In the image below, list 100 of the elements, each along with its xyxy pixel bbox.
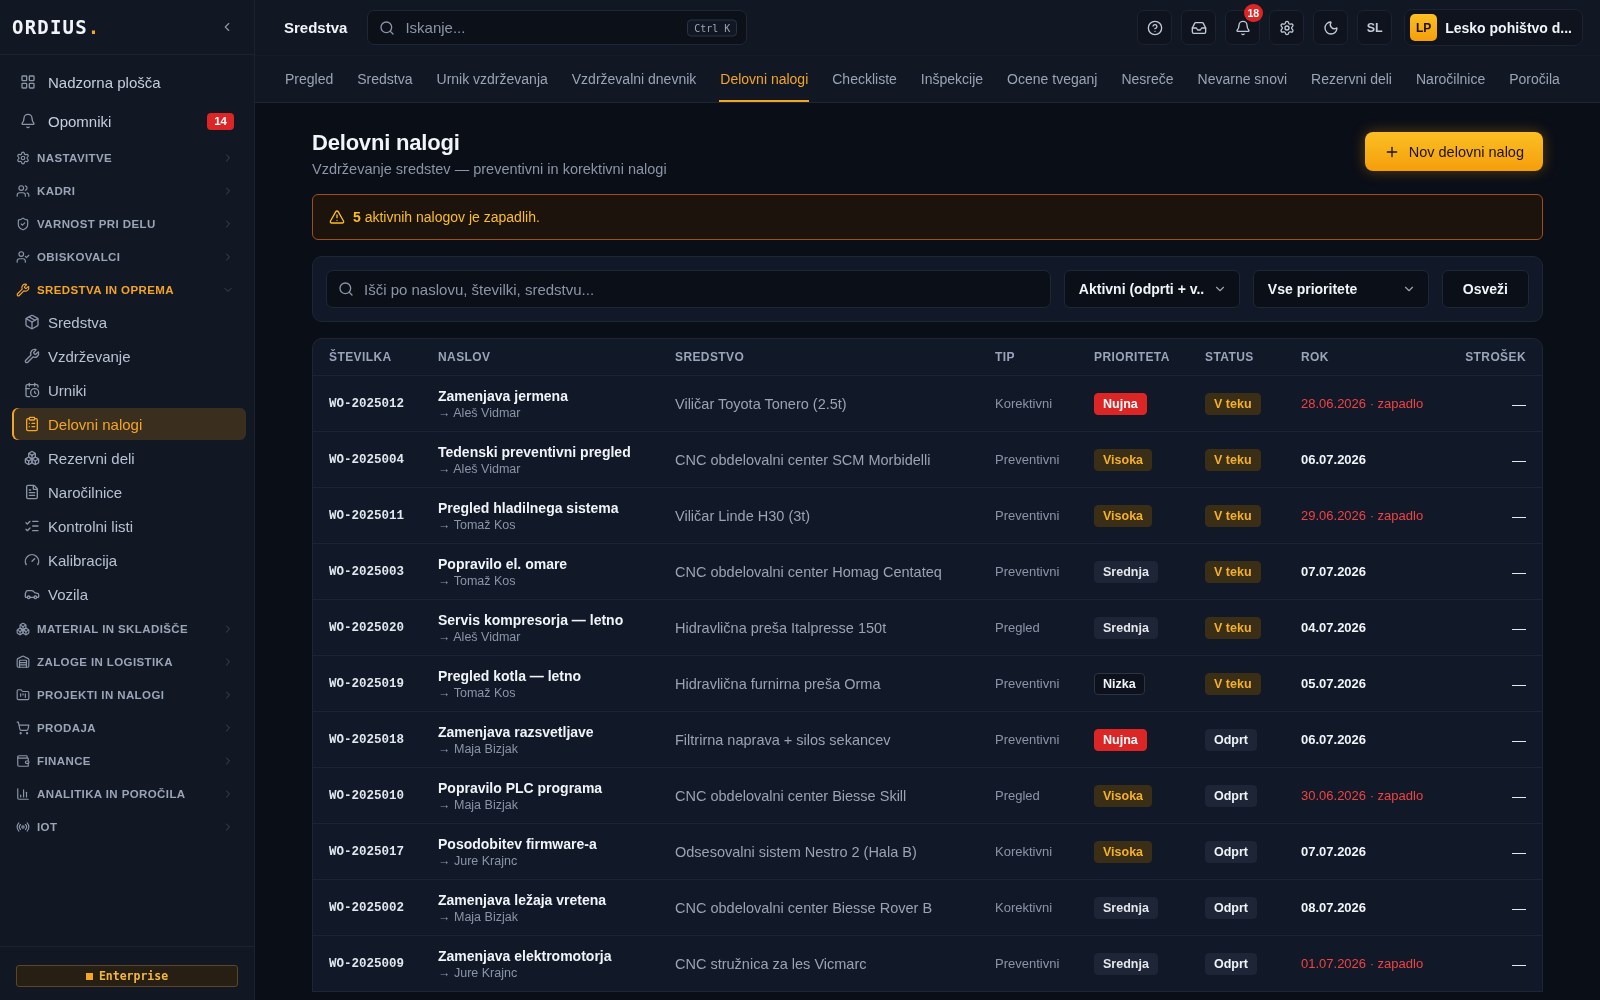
nav-group[interactable]: SREDSTVA IN OPREMA xyxy=(12,273,246,306)
nav-group[interactable]: OBISKOVALCI xyxy=(12,240,246,273)
order-type: Korektivni xyxy=(995,396,1053,411)
nav-item[interactable]: Vozila xyxy=(12,578,246,610)
due-date: 06.07.2026 xyxy=(1301,732,1367,747)
column-header: NASLOV xyxy=(438,350,491,364)
tab[interactable]: Sredstva xyxy=(356,56,414,102)
order-type: Preventivni xyxy=(995,676,1060,691)
cost-text: — xyxy=(1512,563,1526,580)
tab[interactable]: Poročila xyxy=(1508,56,1561,102)
priority-badge: Srednja xyxy=(1094,560,1158,583)
order-type: Preventivni xyxy=(995,564,1060,579)
nav-item[interactable]: Delovni nalogi xyxy=(12,408,246,440)
nav-group[interactable]: MATERIAL IN SKLADIŠČE xyxy=(12,612,246,645)
nav-item[interactable]: Sredstva xyxy=(12,306,246,338)
order-title: Servis kompresorja — letno xyxy=(438,610,624,629)
assignee-text: → Maja Bizjak xyxy=(438,740,518,757)
nav-group[interactable]: FINANCE xyxy=(12,744,246,777)
order-title: Zamenjava jermena xyxy=(438,386,568,405)
cost-text: — xyxy=(1512,787,1526,804)
order-title: Popravilo el. omare xyxy=(438,554,568,573)
column-header: SREDSTVO xyxy=(675,350,745,364)
package-icon xyxy=(24,314,40,330)
asset-name: Hidravlična preša Italpresse 150t xyxy=(675,619,887,636)
nav-item[interactable]: Kontrolni listi xyxy=(12,510,246,542)
order-type: Preventivni xyxy=(995,452,1060,467)
count-badge: 14 xyxy=(207,112,234,130)
assignee-text: → Jure Krajnc xyxy=(438,964,518,981)
nav-group[interactable]: PROJEKTI IN NALOGI xyxy=(12,678,246,711)
nav-group[interactable]: ANALITIKA IN POROČILA xyxy=(12,777,246,810)
clipboard-icon xyxy=(24,416,40,432)
due-date: 07.07.2026 xyxy=(1301,844,1367,859)
asset-name: Viličar Toyota Tonero (2.5t) xyxy=(675,395,847,412)
users-icon xyxy=(16,183,30,198)
order-number: WO-2025011 xyxy=(329,508,404,523)
search-field[interactable]: Išči po naslovu, številki, sredstvu... xyxy=(326,270,1051,308)
tab[interactable]: Delovni nalogi xyxy=(719,56,810,102)
asset-name: CNC stružnica za les Vicmarc xyxy=(675,955,867,972)
tab[interactable]: Urnik vzdrževanja xyxy=(435,56,549,102)
order-type: Preventivni xyxy=(995,956,1060,971)
theme-button[interactable] xyxy=(1313,10,1349,45)
nav-group[interactable]: KADRI xyxy=(12,174,246,207)
asset-name: CNC obdelovalni center SCM Morbidelli xyxy=(675,451,931,468)
user-check-icon xyxy=(16,249,30,264)
due-date: 07.07.2026 xyxy=(1301,564,1367,579)
new-order-button[interactable]: Nov delovni nalog xyxy=(1364,132,1543,171)
priority-badge: Nujna xyxy=(1094,392,1147,415)
column-header: TIP xyxy=(995,350,1015,364)
tab[interactable]: Vzdrževalni dnevnik xyxy=(570,56,698,102)
nav-item[interactable]: Urniki xyxy=(12,374,246,406)
nav-item[interactable]: Naročilnice xyxy=(12,476,246,508)
nav-item[interactable]: Nadzorna plošča xyxy=(12,65,246,99)
due-date: 28.06.2026 · zapadlo xyxy=(1301,396,1424,411)
search-icon xyxy=(338,281,354,297)
order-type: Korektivni xyxy=(995,900,1053,915)
priority-badge: Nizka xyxy=(1094,672,1145,695)
nav-group[interactable]: IOT xyxy=(12,810,246,843)
moon-icon xyxy=(1322,19,1339,36)
order-number: WO-2025017 xyxy=(329,844,404,859)
nav-group[interactable]: PRODAJA xyxy=(12,711,246,744)
tab[interactable]: Rezervni deli xyxy=(1310,56,1393,102)
priority-badge: Visoka xyxy=(1094,840,1153,863)
settings-button[interactable] xyxy=(1269,10,1305,45)
tab[interactable]: Inšpekcije xyxy=(919,56,985,102)
order-number: WO-2025019 xyxy=(329,676,404,691)
status-badge: V teku xyxy=(1205,392,1261,415)
column-header: STATUS xyxy=(1205,350,1254,364)
user-button[interactable]: SL xyxy=(1357,10,1393,45)
nav-item[interactable]: Rezervni deli xyxy=(12,442,246,474)
nav-group[interactable]: ZALOGE IN LOGISTIKA xyxy=(12,645,246,678)
order-title: Zamenjava ležaja vretena xyxy=(438,890,607,909)
priority-select[interactable]: Vse prioritete xyxy=(1252,270,1429,308)
section-title: Sredstva xyxy=(284,19,348,36)
nav-group[interactable]: VARNOST PRI DELU xyxy=(12,207,246,240)
status-select[interactable]: Aktivni (odprti + v.. xyxy=(1063,270,1240,308)
nav-item[interactable]: Vzdrževanje xyxy=(12,340,246,372)
assignee-text: → Jure Krajnc xyxy=(438,852,518,869)
tab[interactable]: Ocene tveganj xyxy=(1006,56,1099,102)
status-badge: V teku xyxy=(1205,504,1261,527)
cost-text: — xyxy=(1512,675,1526,692)
cost-text: — xyxy=(1512,955,1526,972)
asset-name: Viličar Linde H30 (3t) xyxy=(675,507,811,524)
nav-group[interactable]: NASTAVITVE xyxy=(12,141,246,174)
order-number: WO-2025010 xyxy=(329,788,404,803)
inbox-button[interactable] xyxy=(1181,10,1217,45)
nav-item[interactable]: Kalibracija xyxy=(12,544,246,576)
refresh-button[interactable]: Osveži xyxy=(1441,270,1529,308)
help-button[interactable] xyxy=(1137,10,1173,45)
tab[interactable]: Checkliste xyxy=(831,56,898,102)
assignee-text: → Tomaž Kos xyxy=(438,572,516,589)
tab[interactable]: Nevarne snovi xyxy=(1196,56,1289,102)
tab[interactable]: Pregled xyxy=(284,56,335,102)
tab[interactable]: Naročilnice xyxy=(1415,56,1487,102)
priority-badge: Nujna xyxy=(1094,728,1147,751)
order-title: Tedenski preventivni pregled xyxy=(438,442,631,461)
wallet-icon xyxy=(16,753,30,768)
nav-item[interactable]: Opomniki 14 xyxy=(12,104,246,138)
organization-switcher[interactable]: LP Lesko pohištvo d... xyxy=(1404,9,1583,46)
status-badge: V teku xyxy=(1205,560,1261,583)
tab[interactable]: Nesreče xyxy=(1120,56,1175,102)
